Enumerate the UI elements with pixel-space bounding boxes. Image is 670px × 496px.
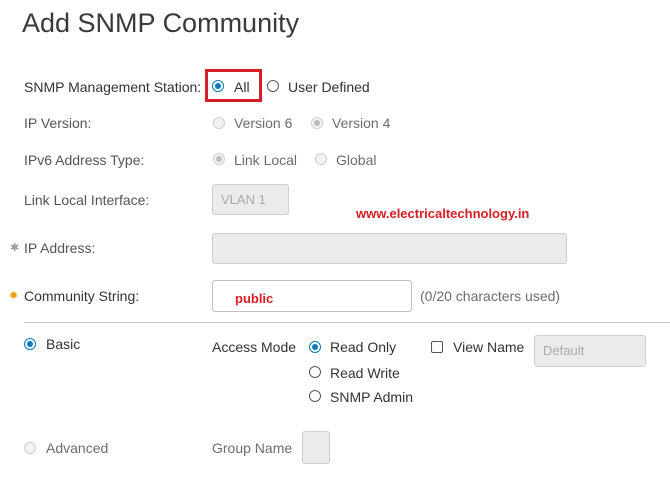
access-mode-snmp-admin-label[interactable]: SNMP Admin <box>330 389 413 405</box>
management-station-user-defined-radio[interactable] <box>267 80 279 92</box>
watermark-text: www.electricaltechnology.in <box>356 206 530 221</box>
advanced-radio[interactable] <box>24 442 36 454</box>
link-local-interface-label: Link Local Interface: <box>24 192 150 208</box>
page-title: Add SNMP Community <box>22 8 300 38</box>
access-mode-label: Access Mode <box>212 339 297 355</box>
ip-version-6-label: Version 6 <box>234 115 293 131</box>
access-mode-read-write-label[interactable]: Read Write <box>330 365 400 381</box>
required-star-icon: ✹ <box>9 290 19 302</box>
access-mode-read-only-radio[interactable] <box>309 341 321 353</box>
management-station-user-defined-label[interactable]: User Defined <box>288 79 370 95</box>
section-divider <box>24 322 670 323</box>
view-name-checkbox[interactable] <box>431 341 443 353</box>
ip-version-label: IP Version: <box>24 115 92 131</box>
ipv6-link-local-radio[interactable] <box>213 153 225 165</box>
ipv6-link-local-label: Link Local <box>234 152 298 168</box>
group-name-select[interactable] <box>302 431 330 464</box>
ip-address-label: IP Address: <box>24 240 96 256</box>
ip-version-4-radio[interactable] <box>311 117 323 129</box>
group-name-label: Group Name <box>212 440 293 456</box>
link-local-interface-select[interactable]: VLAN 1 <box>212 184 289 215</box>
ipv6-global-label: Global <box>336 152 377 168</box>
advanced-label[interactable]: Advanced <box>46 440 108 456</box>
required-gear-icon: ✱ <box>10 242 20 254</box>
management-station-all-radio[interactable] <box>212 80 224 92</box>
ip-address-input[interactable] <box>212 233 567 264</box>
basic-label[interactable]: Basic <box>46 336 80 352</box>
management-station-all-label[interactable]: All <box>234 79 250 95</box>
management-station-label: SNMP Management Station: <box>24 79 202 95</box>
ip-version-4-label: Version 4 <box>332 115 391 131</box>
community-string-label: Community String: <box>24 288 140 304</box>
basic-radio[interactable] <box>24 338 36 350</box>
view-name-select[interactable]: Default <box>534 335 646 367</box>
community-string-usage: (0/20 characters used) <box>420 288 561 304</box>
access-mode-read-write-radio[interactable] <box>309 366 321 378</box>
access-mode-read-only-label[interactable]: Read Only <box>330 339 396 355</box>
access-mode-snmp-admin-radio[interactable] <box>309 390 321 402</box>
ipv6-address-type-label: IPv6 Address Type: <box>24 152 145 168</box>
ip-version-6-radio[interactable] <box>213 117 225 129</box>
view-name-label[interactable]: View Name <box>453 339 524 355</box>
ipv6-global-radio[interactable] <box>315 153 327 165</box>
community-string-input[interactable]: public <box>212 280 412 312</box>
community-string-value: public <box>235 291 274 306</box>
